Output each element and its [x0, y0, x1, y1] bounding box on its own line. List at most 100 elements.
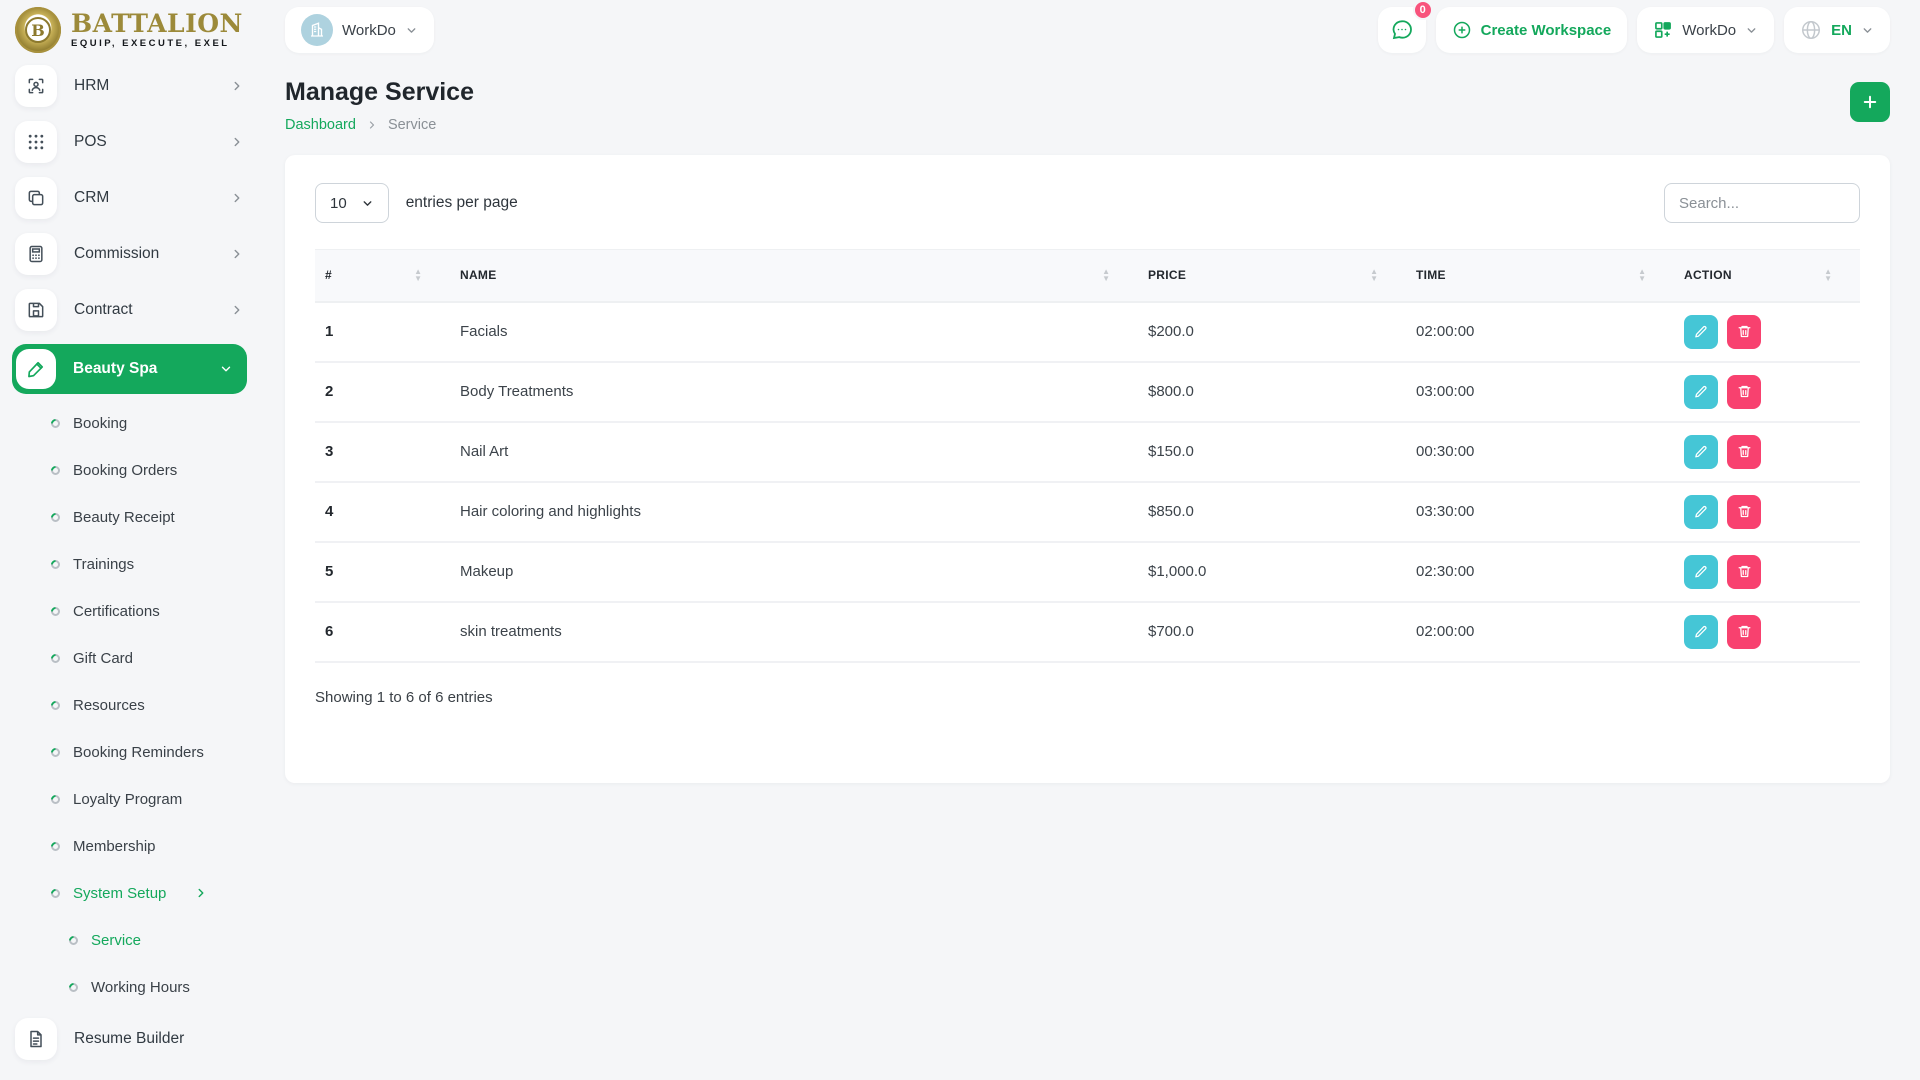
service-price: $800.0 — [1138, 362, 1406, 422]
service-time: 03:00:00 — [1406, 362, 1674, 422]
column-header-price[interactable]: PRICE▲▼ — [1138, 250, 1406, 302]
subitem-label: Trainings — [73, 556, 134, 573]
sidebar-subitem-booking-reminders[interactable]: Booking Reminders — [51, 735, 244, 769]
sidebar-subitem-trainings[interactable]: Trainings — [51, 547, 244, 581]
sidebar-subitem-system-setup[interactable]: System Setup — [51, 876, 244, 910]
topbar: B BATTALION EQUIP, EXECUTE, EXEL WorkDo — [0, 0, 1920, 60]
trash-icon — [1737, 504, 1752, 519]
table-row: 2 Body Treatments $800.0 03:00:00 — [315, 362, 1860, 422]
delete-button[interactable] — [1727, 375, 1761, 409]
chevron-right-icon — [230, 247, 244, 261]
edit-button[interactable] — [1684, 375, 1718, 409]
service-time: 02:00:00 — [1406, 602, 1674, 662]
brand-logo[interactable]: B BATTALION EQUIP, EXECUTE, EXEL — [15, 7, 260, 53]
table-row: 5 Makeup $1,000.0 02:30:00 — [315, 542, 1860, 602]
sidebar-item-commission[interactable]: Commission — [15, 232, 244, 276]
sidebar-subitem-booking[interactable]: Booking — [51, 406, 244, 440]
delete-button[interactable] — [1727, 315, 1761, 349]
page-header: Manage Service Dashboard Service — [285, 60, 1890, 133]
bullet-icon — [67, 934, 80, 947]
brand-emblem-icon: B — [15, 7, 61, 53]
sidebar-item-beauty-spa[interactable]: Beauty Spa — [12, 344, 247, 394]
column-header-action[interactable]: ACTION▲▼ — [1674, 250, 1860, 302]
chevron-down-icon — [361, 197, 374, 210]
messages-button[interactable]: 0 — [1378, 7, 1426, 53]
add-service-button[interactable] — [1850, 82, 1890, 122]
sort-icon[interactable]: ▲▼ — [414, 268, 422, 282]
edit-button[interactable] — [1684, 435, 1718, 469]
chevron-down-icon — [219, 362, 233, 376]
trash-icon — [1737, 324, 1752, 339]
sort-icon[interactable]: ▲▼ — [1370, 268, 1378, 282]
sidebar-item-label: Resume Builder — [74, 1030, 184, 1048]
service-price: $1,000.0 — [1138, 542, 1406, 602]
delete-button[interactable] — [1727, 495, 1761, 529]
sidebar-item-crm[interactable]: CRM — [15, 176, 244, 220]
sidebar-subitem-membership[interactable]: Membership — [51, 829, 244, 863]
sort-icon[interactable]: ▲▼ — [1824, 268, 1832, 282]
delete-button[interactable] — [1727, 435, 1761, 469]
service-price: $850.0 — [1138, 482, 1406, 542]
sidebar-subitem-service[interactable]: Service — [69, 923, 244, 957]
subitem-label: System Setup — [73, 885, 166, 902]
row-index: 1 — [315, 302, 450, 362]
sidebar-subitem-gift-card[interactable]: Gift Card — [51, 641, 244, 675]
subitem-label: Beauty Receipt — [73, 509, 175, 526]
edit-button[interactable] — [1684, 615, 1718, 649]
workspace-switcher[interactable]: WorkDo — [285, 7, 434, 53]
entries-per-page-select[interactable]: 10 — [315, 183, 389, 223]
brush-icon — [16, 349, 56, 389]
edit-button[interactable] — [1684, 315, 1718, 349]
bullet-icon — [49, 746, 62, 759]
column-header-time[interactable]: TIME▲▼ — [1406, 250, 1674, 302]
breadcrumb: Dashboard Service — [285, 117, 474, 133]
chevron-right-icon — [230, 303, 244, 317]
pencil-icon — [1694, 384, 1709, 399]
create-workspace-label: Create Workspace — [1481, 22, 1612, 39]
sidebar-subitem-resources[interactable]: Resources — [51, 688, 244, 722]
language-selector[interactable]: EN — [1784, 7, 1890, 53]
sidebar-item-contract[interactable]: Contract — [15, 288, 244, 332]
sort-icon[interactable]: ▲▼ — [1638, 268, 1646, 282]
messages-badge: 0 — [1413, 0, 1433, 20]
subitem-label: Loyalty Program — [73, 791, 182, 808]
sidebar-subitem-loyalty-program[interactable]: Loyalty Program — [51, 782, 244, 816]
sidebar-subitem-certifications[interactable]: Certifications — [51, 594, 244, 628]
pos-icon — [15, 121, 57, 163]
brand-monogram: B — [25, 17, 51, 43]
service-time: 02:30:00 — [1406, 542, 1674, 602]
edit-button[interactable] — [1684, 495, 1718, 529]
service-name: skin treatments — [450, 602, 1138, 662]
delete-button[interactable] — [1727, 555, 1761, 589]
sidebar-subitem-working-hours[interactable]: Working Hours — [69, 970, 244, 1004]
row-index: 3 — [315, 422, 450, 482]
service-price: $150.0 — [1138, 422, 1406, 482]
table-controls: 10 entries per page — [315, 183, 1860, 223]
sidebar-subitem-beauty-receipt[interactable]: Beauty Receipt — [51, 500, 244, 534]
service-table-card: 10 entries per page #▲▼ NAME▲▼ — [285, 155, 1890, 783]
chevron-down-icon — [1745, 24, 1758, 37]
column-header-index[interactable]: #▲▼ — [315, 250, 450, 302]
sidebar-item-hrm[interactable]: HRM — [15, 64, 244, 108]
search-input[interactable] — [1664, 183, 1860, 223]
sidebar-item-label: Contract — [74, 301, 133, 319]
topbar-right: 0 Create Workspace WorkDo — [1378, 7, 1890, 53]
app-menu-button[interactable]: WorkDo — [1637, 7, 1774, 53]
breadcrumb-dashboard-link[interactable]: Dashboard — [285, 117, 356, 133]
edit-button[interactable] — [1684, 555, 1718, 589]
chevron-down-icon — [405, 24, 418, 37]
sidebar-subitem-booking-orders[interactable]: Booking Orders — [51, 453, 244, 487]
bullet-icon — [49, 511, 62, 524]
table-row: 3 Nail Art $150.0 00:30:00 — [315, 422, 1860, 482]
create-workspace-button[interactable]: Create Workspace — [1436, 7, 1628, 53]
plus-icon — [1861, 93, 1879, 111]
service-name: Hair coloring and highlights — [450, 482, 1138, 542]
column-header-name[interactable]: NAME▲▼ — [450, 250, 1138, 302]
pencil-icon — [1694, 564, 1709, 579]
sort-icon[interactable]: ▲▼ — [1102, 268, 1110, 282]
table-row: 6 skin treatments $700.0 02:00:00 — [315, 602, 1860, 662]
sidebar-item-pos[interactable]: POS — [15, 120, 244, 164]
delete-button[interactable] — [1727, 615, 1761, 649]
contract-icon — [15, 289, 57, 331]
sidebar-item-resume-builder[interactable]: Resume Builder — [15, 1017, 244, 1061]
